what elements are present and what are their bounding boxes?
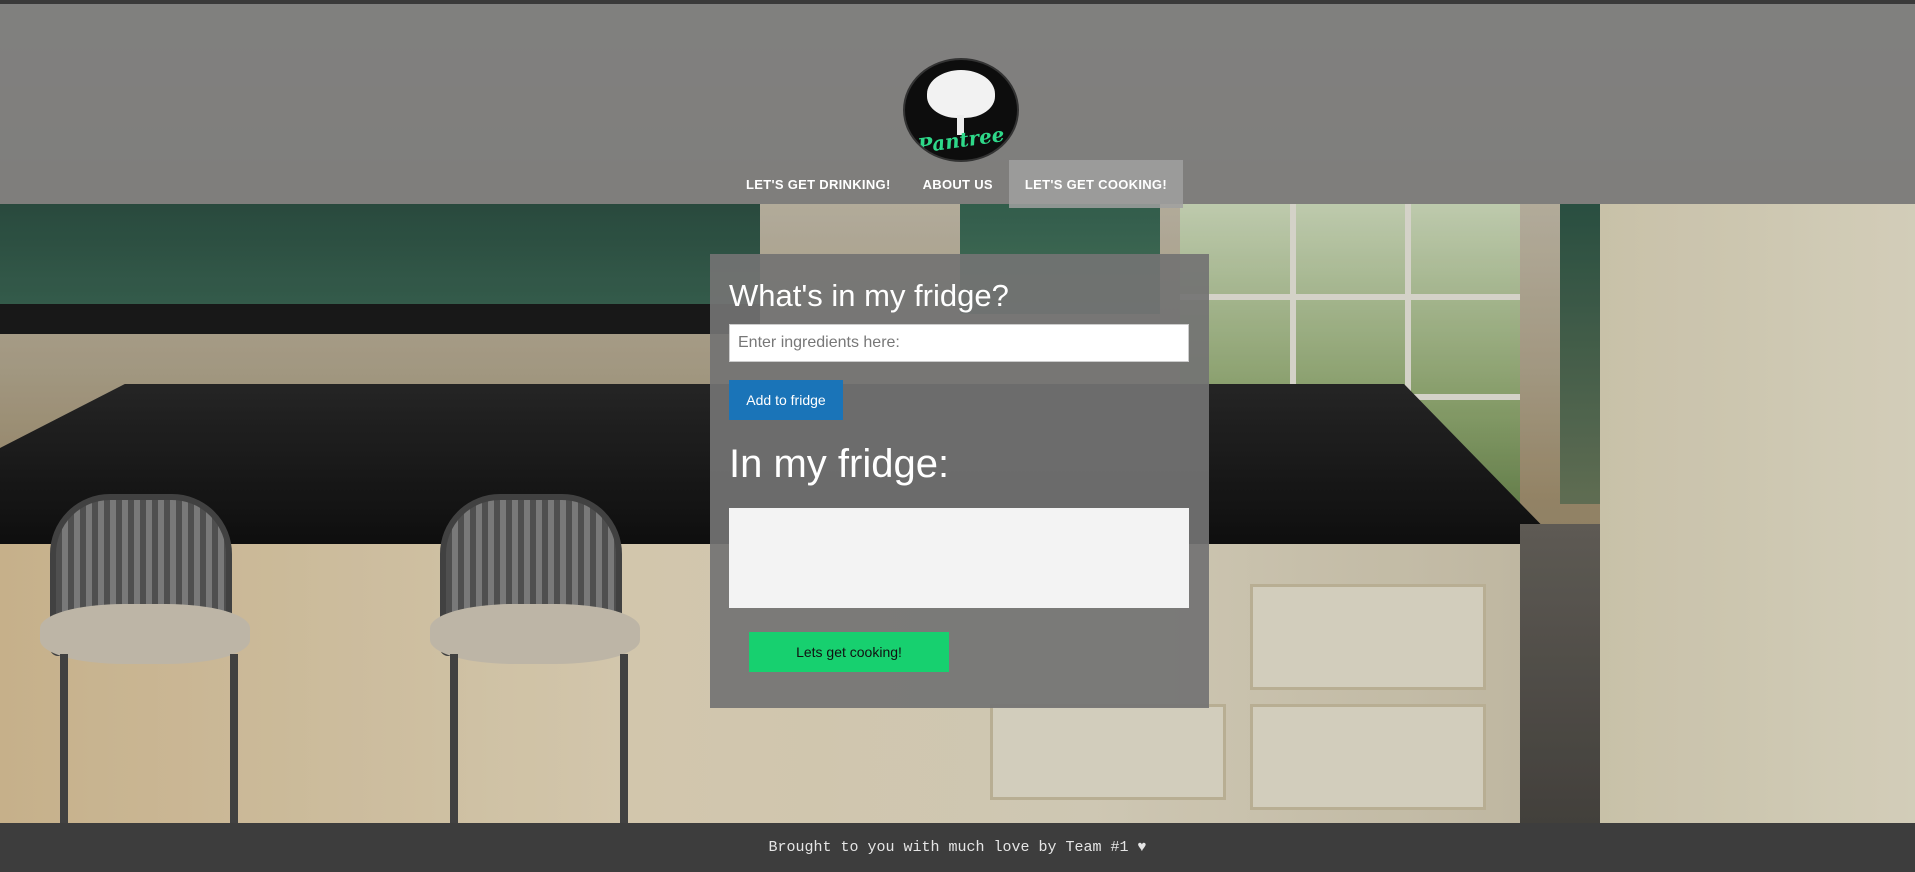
pantree-logo[interactable]: Pantree	[903, 58, 1019, 162]
nav-item-drinking[interactable]: LET'S GET DRINKING!	[730, 160, 907, 208]
fridge-heading: In my fridge:	[729, 442, 950, 486]
nav-item-cooking[interactable]: LET'S GET COOKING!	[1008, 160, 1183, 208]
fridge-panel: What's in my fridge? Add to fridge In my…	[710, 254, 1209, 708]
ingredients-input[interactable]	[729, 324, 1189, 362]
site-header: Pantree LET'S GET DRINKING! ABOUT US LET…	[0, 4, 1915, 208]
site-footer: Brought to you with much love by Team #1…	[0, 823, 1915, 872]
main-nav: LET'S GET DRINKING! ABOUT US LET'S GET C…	[0, 160, 1914, 208]
get-cooking-button[interactable]: Lets get cooking!	[749, 632, 949, 672]
footer-text: Brought to you with much love by Team #1…	[768, 839, 1147, 856]
nav-item-about[interactable]: ABOUT US	[907, 160, 1009, 208]
tree-icon	[927, 70, 995, 118]
add-to-fridge-button[interactable]: Add to fridge	[729, 380, 843, 420]
panel-title: What's in my fridge?	[729, 278, 1009, 313]
fridge-items-list	[729, 508, 1189, 608]
